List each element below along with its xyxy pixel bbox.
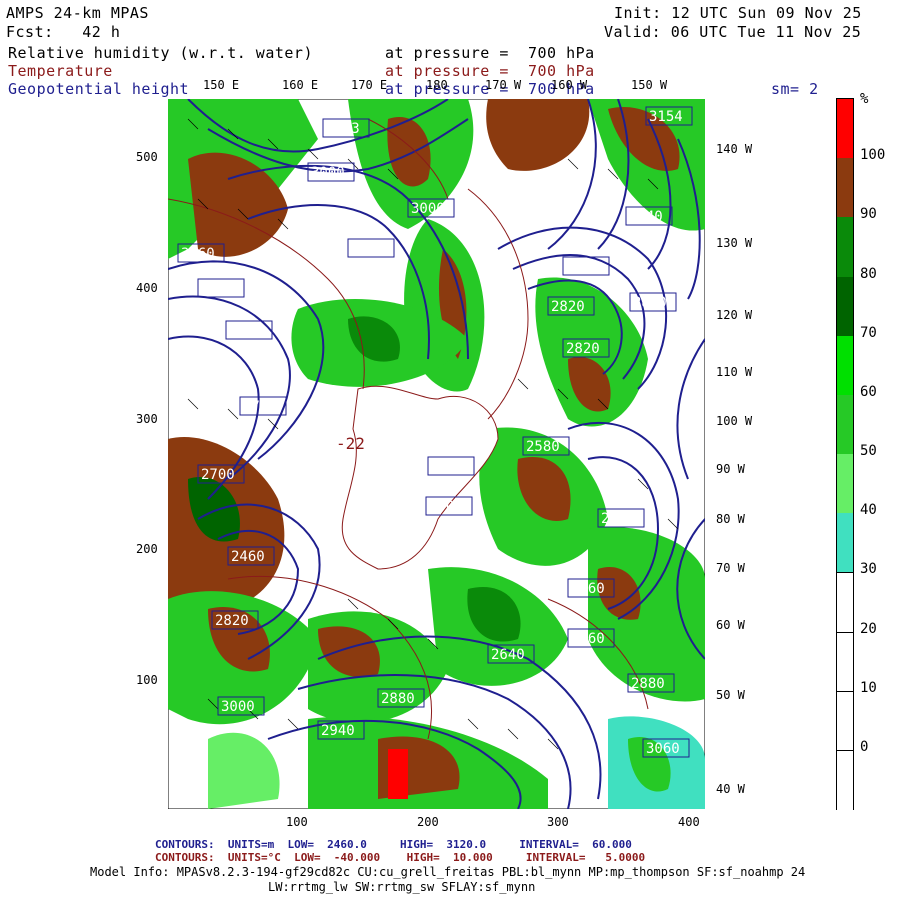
lon-label-top: 170 W: [485, 78, 522, 92]
y-tick-label: 200: [136, 542, 158, 556]
height-label: 3000: [311, 165, 345, 181]
height-label: 2880: [381, 691, 415, 707]
model-title: AMPS 24-km MPAS: [6, 4, 149, 22]
field3-name: Geopotential height: [8, 80, 190, 98]
height-label: 3060: [646, 741, 680, 757]
colorbar-segment: [837, 749, 853, 811]
height-label: 2820: [566, 341, 600, 357]
lon-label-right: 130 W: [716, 236, 753, 250]
lon-label-right: 40 W: [716, 782, 745, 796]
colorbar-segment: [837, 690, 853, 752]
colorbar-segment: [837, 276, 853, 337]
height-label: 2940: [351, 241, 385, 257]
lon-label-top: 150 W: [631, 78, 668, 92]
lon-label-right: 50 W: [716, 688, 745, 702]
lon-label-top: 150 E: [203, 78, 240, 92]
x-tick-label: 200: [417, 815, 439, 829]
colorbar-label: 50: [860, 443, 877, 459]
height-label: 2880: [633, 295, 667, 311]
height-label: 2880: [631, 676, 665, 692]
colorbar-segment: [837, 99, 853, 159]
field1-name: Relative humidity (w.r.t. water): [8, 44, 313, 62]
height-label: 2940: [629, 209, 663, 225]
height-label: 2820: [215, 613, 249, 629]
colorbar-label: 100: [860, 147, 886, 164]
colorbar-label: 0: [860, 738, 869, 755]
x-tick-label: 100: [286, 815, 308, 829]
height-label: 2760: [571, 631, 605, 647]
colorbar-label: 30: [860, 561, 877, 578]
colorbar-segment: [837, 158, 853, 218]
height-label: 2640: [431, 459, 465, 475]
y-tick-label: 100: [136, 673, 158, 687]
smoothing-label: sm= 2: [771, 80, 819, 98]
colorbar-label: 60: [860, 383, 877, 400]
height-label: 2580: [526, 439, 560, 455]
x-tick-label: 400: [678, 815, 700, 829]
height-label: 2760: [229, 323, 263, 339]
colorbar-segment: [837, 513, 853, 573]
x-tick-label: 300: [547, 815, 569, 829]
colorbar-segment: [837, 572, 853, 633]
colorbar-label: 40: [860, 502, 877, 519]
height-label: 2820: [551, 299, 585, 315]
height-label: 3000: [221, 699, 255, 715]
footer-model-info: Model Info: MPASv8.2.3-194-gf29cd82c CU:…: [90, 865, 806, 879]
lon-label-right: 90 W: [716, 462, 745, 476]
height-label: 2520: [601, 511, 635, 527]
colorbar-segment: [837, 631, 853, 693]
colorbar-label: 80: [860, 265, 877, 282]
height-label: 2640: [491, 647, 525, 663]
lon-label-right: 100 W: [716, 414, 753, 428]
colorbar-segment: [837, 335, 853, 396]
colorbar-label: 70: [860, 324, 877, 341]
lon-label-top: 160 W: [551, 78, 588, 92]
colorbar-unit: %: [860, 91, 869, 107]
height-label: 3154: [649, 109, 683, 125]
height-label: 2760: [571, 581, 605, 597]
init-time: Init: 12 UTC Sun 09 Nov 25: [614, 4, 862, 22]
height-label: 2700: [243, 399, 277, 415]
valid-time: Valid: 06 UTC Tue 11 Nov 25: [604, 23, 862, 41]
lon-label-right: 120 W: [716, 308, 753, 322]
lon-label-right: 70 W: [716, 561, 745, 575]
temperature-label: -22: [336, 434, 365, 453]
lon-label-right: 60 W: [716, 618, 745, 632]
height-label: 3000: [411, 201, 445, 217]
footer-model-info-2: LW:rrtmg_lw SW:rrtmg_sw SFLAY:sf_mynn: [268, 880, 536, 894]
lon-label-top: 170 E: [351, 78, 388, 92]
field1-level: at pressure = 700 hPa: [385, 44, 595, 62]
field2-name: Temperature: [8, 62, 113, 80]
y-tick-label: 500: [136, 150, 158, 164]
colorbar-segment: [837, 394, 853, 455]
height-label: 2460: [231, 549, 265, 565]
height-label: 3083: [326, 121, 360, 137]
height-label: 2880: [566, 259, 600, 275]
lon-label-right: 110 W: [716, 365, 753, 379]
lon-label-right: 140 W: [716, 142, 753, 156]
forecast-hour: Fcst: 42 h: [6, 23, 121, 41]
y-tick-label: 400: [136, 281, 158, 295]
height-label: 2940: [321, 723, 355, 739]
colorbar-segment: [837, 217, 853, 277]
colorbar-segment: [837, 454, 853, 514]
colorbar-label: 10: [860, 679, 877, 696]
y-tick-label: 300: [136, 412, 158, 426]
colorbar-label: 20: [860, 620, 877, 637]
colorbar-label: 90: [860, 206, 877, 223]
height-label: 3060: [181, 246, 215, 262]
footer-temp-contours: CONTOURS: UNITS=°C LOW= -40.000 HIGH= 10…: [155, 851, 646, 864]
colorbar: [836, 98, 854, 811]
height-label: 2640: [201, 281, 235, 297]
height-label: 2700: [429, 499, 463, 515]
lon-label-top: 180: [426, 78, 448, 92]
map-plot: 3083 3154 3000 3000 2940 2880 2820 2880 …: [168, 99, 705, 809]
footer-height-contours: CONTOURS: UNITS=m LOW= 2460.0 HIGH= 3120…: [155, 838, 632, 851]
height-label: 2700: [201, 467, 235, 483]
lon-label-right: 80 W: [716, 512, 745, 526]
lon-label-top: 160 E: [282, 78, 319, 92]
